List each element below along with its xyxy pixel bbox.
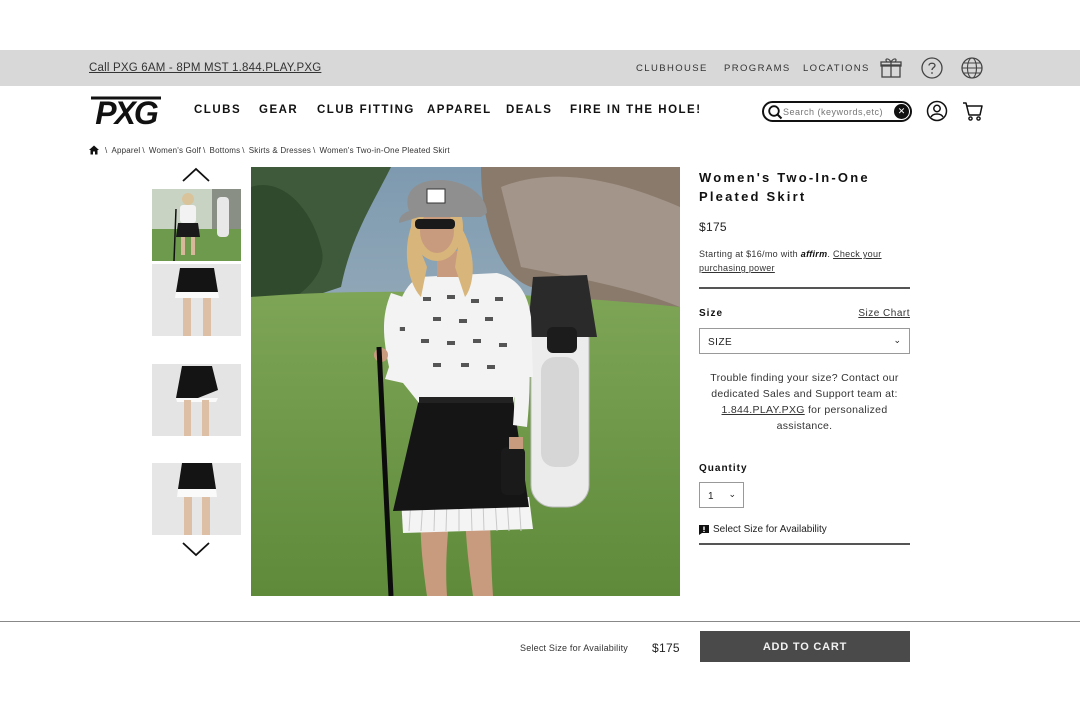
utility-bar: Call PXG 6AM - 8PM MST 1.844.PLAY.PXG CL… — [0, 50, 1080, 86]
availability-text: Select Size for Availability — [713, 524, 827, 535]
thumbnail-3[interactable] — [152, 364, 241, 436]
quantity-select[interactable]: 1 ⌄ — [699, 482, 744, 508]
call-pxg-link[interactable]: Call PXG 6AM - 8PM MST 1.844.PLAY.PXG — [89, 62, 321, 74]
search-input[interactable] — [783, 104, 889, 119]
breadcrumb-current-product: Women's Two-in-One Pleated Skirt — [319, 145, 450, 155]
support-phone-link[interactable]: 1.844.PLAY.PXG — [722, 404, 805, 416]
globe-icon[interactable] — [960, 56, 984, 80]
main-product-image[interactable] — [251, 167, 680, 596]
thumbnail-1[interactable] — [152, 189, 241, 261]
nav-deals[interactable]: DEALS — [506, 104, 552, 116]
sticky-price: $175 — [652, 641, 680, 655]
nav-gear[interactable]: GEAR — [259, 104, 298, 116]
thumbnail-down-arrow-icon[interactable] — [181, 541, 211, 557]
gift-icon[interactable] — [879, 56, 903, 80]
size-select-value: SIZE — [708, 337, 733, 348]
account-icon[interactable] — [926, 100, 948, 122]
clubhouse-link[interactable]: CLUBHOUSE — [636, 63, 708, 74]
breadcrumb: \ Apparel \ Women's Golf \ Bottoms \ Ski… — [89, 145, 450, 155]
programs-link[interactable]: PROGRAMS — [724, 63, 791, 74]
size-row: Size Size Chart — [699, 308, 910, 319]
help-icon[interactable] — [920, 56, 944, 80]
nav-fire-in-the-hole[interactable]: FIRE IN THE HOLE! — [570, 104, 702, 116]
breadcrumb-womens-golf[interactable]: Women's Golf — [149, 146, 201, 155]
quantity-select-value: 1 — [708, 491, 714, 502]
quantity-label: Quantity — [699, 463, 748, 474]
clear-search-icon[interactable]: ✕ — [894, 104, 909, 119]
add-to-cart-button[interactable]: ADD TO CART — [700, 631, 910, 662]
search-icon[interactable] — [767, 104, 783, 120]
thumbnail-up-arrow-icon[interactable] — [181, 167, 211, 183]
product-price: $175 — [699, 220, 727, 234]
breadcrumb-skirts-dresses[interactable]: Skirts & Dresses — [249, 146, 311, 155]
thumbnail-4[interactable] — [152, 463, 241, 535]
nav-apparel[interactable]: APPAREL — [427, 104, 492, 116]
affirm-financing: Starting at $16/mo with affirm. Check yo… — [699, 247, 910, 289]
chevron-down-icon: ⌄ — [893, 335, 901, 345]
product-title: Women's Two-In-One Pleated Skirt — [699, 170, 870, 204]
alert-icon — [699, 524, 709, 535]
search-box[interactable]: ✕ — [762, 101, 912, 122]
sticky-add-to-cart-bar: Select Size for Availability $175 ADD TO… — [0, 621, 1080, 720]
locations-link[interactable]: LOCATIONS — [803, 63, 870, 74]
chevron-down-icon: ⌄ — [728, 489, 736, 499]
svg-text:PXG: PXG — [95, 95, 158, 129]
affirm-prefix: Starting at $16/mo with — [699, 249, 798, 259]
size-help-message: Trouble finding your size? Contact our d… — [710, 372, 899, 400]
nav-clubs[interactable]: CLUBS — [194, 104, 241, 116]
breadcrumb-apparel[interactable]: Apparel — [111, 146, 140, 155]
thumbnail-2[interactable] — [152, 264, 241, 336]
product-info-panel: Women's Two-In-One Pleated Skirt $175 St… — [699, 168, 910, 545]
pxg-logo[interactable]: PXG — [89, 95, 163, 129]
size-chart-link[interactable]: Size Chart — [858, 308, 910, 319]
size-select[interactable]: SIZE ⌄ — [699, 328, 910, 354]
affirm-logo: affirm — [800, 249, 828, 259]
nav-club-fitting[interactable]: CLUB FITTING — [317, 104, 415, 116]
breadcrumb-bottoms[interactable]: Bottoms — [210, 146, 241, 155]
sticky-availability-text: Select Size for Availability — [520, 643, 628, 653]
home-icon[interactable] — [89, 145, 99, 155]
size-label: Size — [699, 308, 724, 319]
cart-icon[interactable] — [962, 100, 984, 122]
size-help-text: Trouble finding your size? Contact our d… — [699, 370, 910, 434]
availability-notice: Select Size for Availability — [699, 524, 910, 545]
